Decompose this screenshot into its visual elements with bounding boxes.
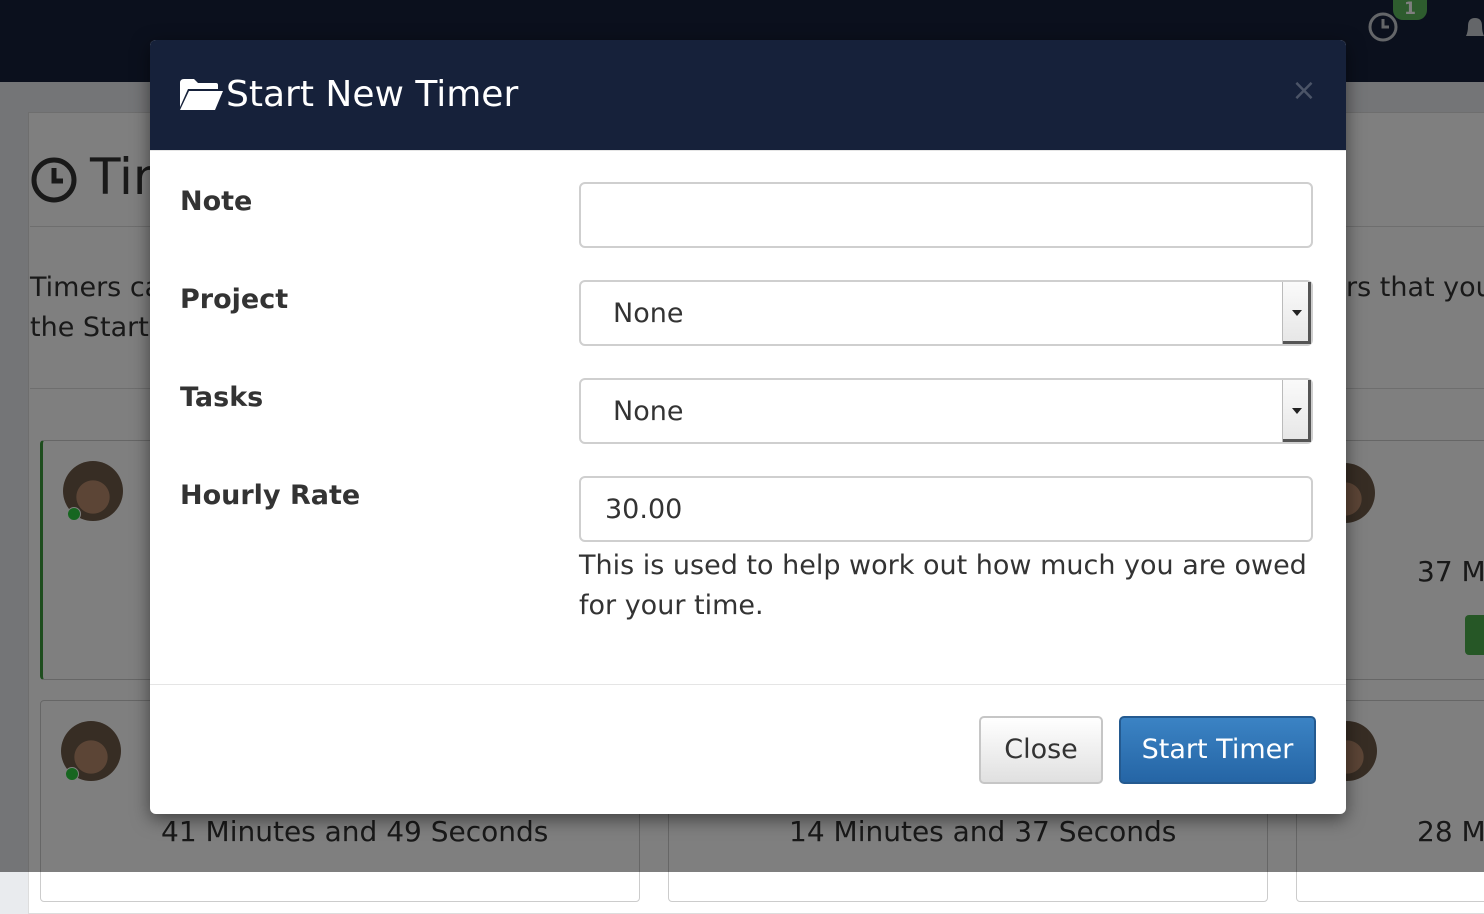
project-selected-value: None <box>613 298 684 329</box>
modal-header: Start New Timer × <box>150 40 1346 151</box>
hourly-rate-input[interactable] <box>579 476 1313 542</box>
tasks-select[interactable]: None <box>579 378 1313 444</box>
modal-title: Start New Timer <box>226 74 519 115</box>
project-label: Project <box>180 284 289 315</box>
hourly-rate-help-text: This is used to help work out how much y… <box>579 550 1307 621</box>
start-timer-modal: Start New Timer × Note Project None Task… <box>150 40 1346 814</box>
note-label: Note <box>180 186 253 217</box>
start-timer-button[interactable]: Start Timer <box>1119 716 1316 784</box>
close-icon[interactable]: × <box>1290 76 1318 106</box>
project-select[interactable]: None <box>579 280 1313 346</box>
tasks-selected-value: None <box>613 396 684 427</box>
hourly-rate-label: Hourly Rate <box>180 480 361 511</box>
folder-open-icon <box>180 79 223 110</box>
note-input[interactable] <box>579 182 1313 248</box>
modal-footer-divider <box>150 684 1346 685</box>
close-button[interactable]: Close <box>979 716 1103 784</box>
tasks-label: Tasks <box>180 382 264 413</box>
chevron-down-icon <box>1282 282 1311 344</box>
chevron-down-icon <box>1282 380 1311 442</box>
